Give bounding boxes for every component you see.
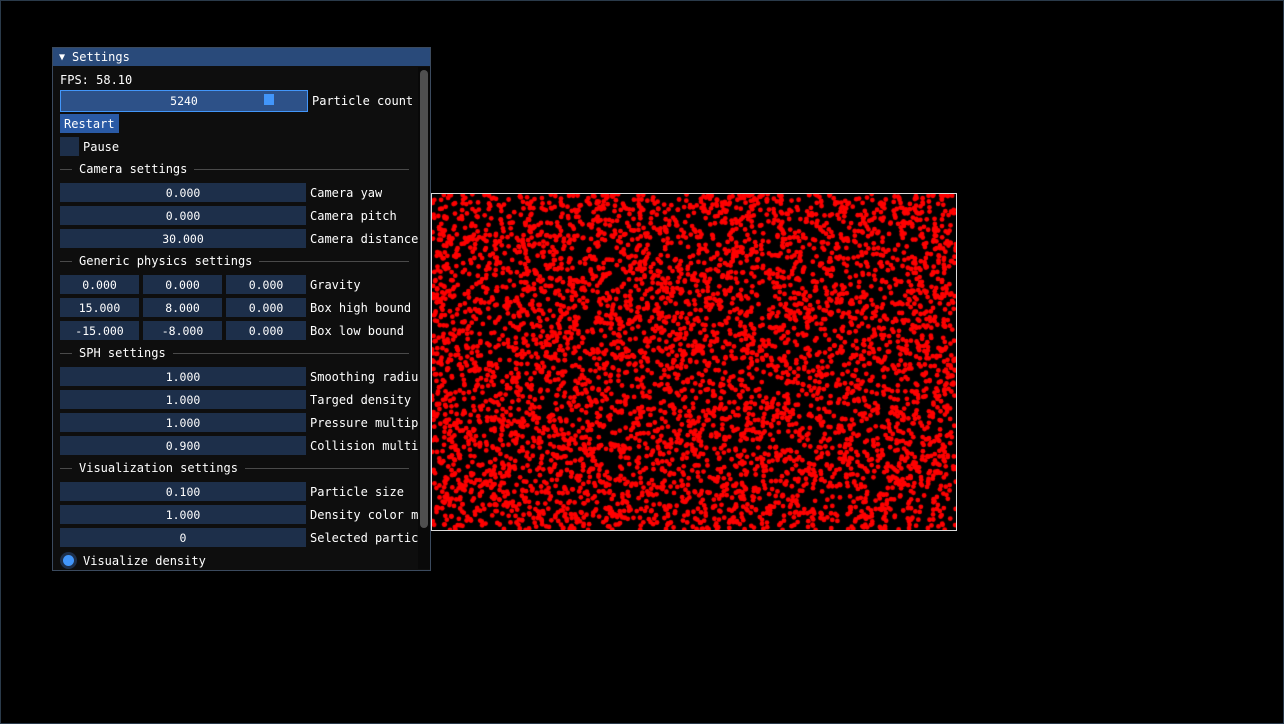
visualize-density-label: Visualize density bbox=[83, 553, 206, 568]
box-low-z-input[interactable]: 0.000 bbox=[226, 321, 306, 340]
pause-row: Pause bbox=[60, 137, 119, 156]
pause-label: Pause bbox=[83, 139, 120, 154]
selected-particle-input[interactable]: 0 bbox=[60, 528, 306, 547]
box-high-y-input[interactable]: 8.000 bbox=[143, 298, 222, 317]
settings-window[interactable]: ▼ Settings FPS: 58.10 5240 Particle coun… bbox=[52, 47, 431, 571]
camera-distance-input[interactable]: 30.000 bbox=[60, 229, 306, 248]
collision-row: 0.900 Collision multi bbox=[60, 436, 418, 455]
gravity-label: Gravity bbox=[310, 277, 361, 292]
viz-separator: Visualization settings bbox=[60, 461, 409, 475]
density-color-input[interactable]: 1.000 bbox=[60, 505, 306, 524]
camera-pitch-input[interactable]: 0.000 bbox=[60, 206, 306, 225]
slider-grab[interactable] bbox=[264, 93, 274, 105]
particle-count-value: 5240 bbox=[170, 93, 198, 108]
box-low-x-input[interactable]: -15.000 bbox=[60, 321, 139, 340]
box-high-row: 15.000 8.000 0.000 Box high bound bbox=[60, 298, 411, 317]
target-density-label: Targed density bbox=[310, 392, 412, 407]
gravity-x-input[interactable]: 0.000 bbox=[60, 275, 139, 294]
camera-distance-row: 30.000 Camera distance bbox=[60, 229, 418, 248]
smoothing-radius-input[interactable]: 1.000 bbox=[60, 367, 306, 386]
settings-title-bar[interactable]: ▼ Settings bbox=[53, 48, 430, 66]
box-high-label: Box high bound bbox=[310, 300, 412, 315]
density-color-row: 1.000 Density color m bbox=[60, 505, 418, 524]
physics-header: Generic physics settings bbox=[79, 254, 253, 268]
camera-pitch-row: 0.000 Camera pitch bbox=[60, 206, 397, 225]
settings-content: FPS: 58.10 5240 Particle count Restart P… bbox=[53, 66, 418, 570]
camera-pitch-label: Camera pitch bbox=[310, 208, 397, 223]
particle-count-row: 5240 Particle count bbox=[60, 89, 414, 112]
fps-text: FPS: 58.10 bbox=[60, 73, 133, 87]
visualize-density-radio[interactable] bbox=[60, 552, 77, 569]
collision-multiplier-input[interactable]: 0.900 bbox=[60, 436, 306, 455]
sph-header: SPH settings bbox=[79, 346, 166, 360]
box-low-label: Box low bound bbox=[310, 323, 404, 338]
box-low-row: -15.000 -8.000 0.000 Box low bound bbox=[60, 321, 404, 340]
pause-checkbox[interactable] bbox=[60, 137, 79, 156]
gravity-row: 0.000 0.000 0.000 Gravity bbox=[60, 275, 361, 294]
fps-row: FPS: 58.10 bbox=[60, 73, 132, 87]
target-density-input[interactable]: 1.000 bbox=[60, 390, 306, 409]
particle-size-row: 0.100 Particle size bbox=[60, 482, 404, 501]
particle-canvas bbox=[432, 194, 956, 530]
restart-button[interactable]: Restart bbox=[60, 114, 119, 133]
physics-separator: Generic physics settings bbox=[60, 254, 409, 268]
camera-header: Camera settings bbox=[79, 162, 188, 176]
selected-particle-label: Selected partic bbox=[310, 530, 419, 545]
window-scrollbar[interactable] bbox=[418, 67, 430, 569]
gravity-y-input[interactable]: 0.000 bbox=[143, 275, 222, 294]
window-title: Settings bbox=[72, 50, 130, 64]
visualize-density-row: Visualize density bbox=[60, 551, 206, 570]
selected-particle-row: 0 Selected partic bbox=[60, 528, 418, 547]
camera-yaw-input[interactable]: 0.000 bbox=[60, 183, 306, 202]
particle-count-label: Particle count bbox=[312, 93, 414, 108]
viz-header: Visualization settings bbox=[79, 461, 238, 475]
gravity-z-input[interactable]: 0.000 bbox=[226, 275, 306, 294]
box-low-y-input[interactable]: -8.000 bbox=[143, 321, 222, 340]
box-high-z-input[interactable]: 0.000 bbox=[226, 298, 306, 317]
pressure-multiplier-input[interactable]: 1.000 bbox=[60, 413, 306, 432]
camera-yaw-label: Camera yaw bbox=[310, 185, 383, 200]
particle-size-label: Particle size bbox=[310, 484, 404, 499]
density-row: 1.000 Targed density bbox=[60, 390, 411, 409]
collision-multiplier-label: Collision multi bbox=[310, 438, 419, 453]
camera-separator: Camera settings bbox=[60, 162, 409, 176]
smoothing-row: 1.000 Smoothing radiu bbox=[60, 367, 418, 386]
smoothing-radius-label: Smoothing radiu bbox=[310, 369, 419, 384]
box-high-x-input[interactable]: 15.000 bbox=[60, 298, 139, 317]
camera-distance-label: Camera distance bbox=[310, 231, 419, 246]
sph-separator: SPH settings bbox=[60, 346, 409, 360]
collapse-arrow-icon[interactable]: ▼ bbox=[59, 52, 65, 63]
camera-yaw-row: 0.000 Camera yaw bbox=[60, 183, 382, 202]
pressure-row: 1.000 Pressure multip bbox=[60, 413, 418, 432]
simulation-view[interactable] bbox=[431, 193, 957, 531]
pressure-multiplier-label: Pressure multip bbox=[310, 415, 419, 430]
particle-count-slider[interactable]: 5240 bbox=[60, 89, 308, 112]
particle-size-input[interactable]: 0.100 bbox=[60, 482, 306, 501]
scrollbar-thumb[interactable] bbox=[420, 70, 428, 528]
density-color-label: Density color m bbox=[310, 507, 419, 522]
